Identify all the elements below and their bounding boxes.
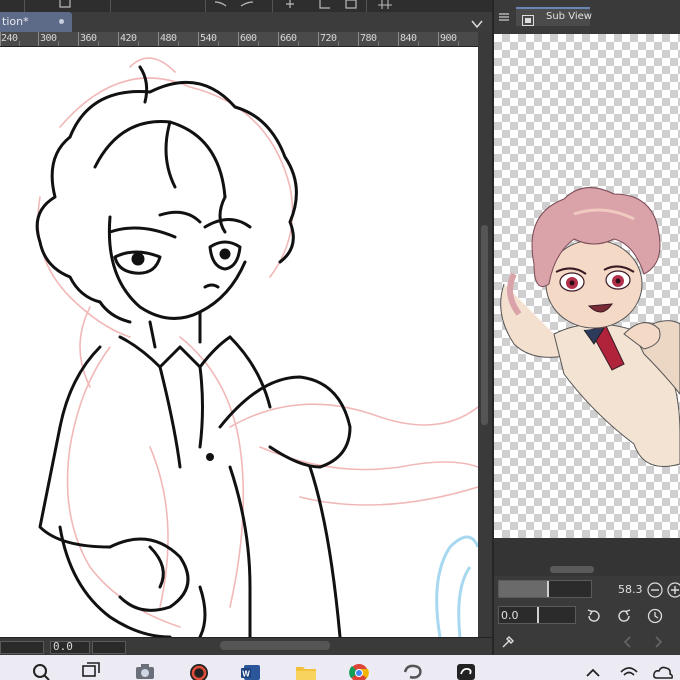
document-tab-label: tion* [2,15,29,28]
chevron-up-icon[interactable] [582,660,604,680]
sparkle-icon[interactable] [283,0,297,10]
file-explorer-icon[interactable] [295,660,317,680]
ruler-label: 420 [120,33,137,44]
camera-icon[interactable] [134,660,156,680]
ruler-label: 780 [360,33,377,44]
ruler-tick [238,32,239,46]
reset-rotation-icon[interactable] [647,608,663,624]
rotation-value: 0.0 [501,609,519,622]
sub-view-tab-label: Sub View [546,11,592,22]
ruler-label: 840 [400,33,417,44]
drawing-canvas[interactable] [0,47,478,637]
clip-studio-icon[interactable] [402,660,424,680]
angle-slider[interactable] [92,641,126,654]
rotate-right-icon[interactable] [616,608,632,624]
ruler-label: 660 [280,33,297,44]
ruler-tick [198,32,199,46]
ruler-label: 540 [200,33,217,44]
ruler-tick [38,32,39,46]
sub-view-scroll-thumb[interactable] [550,566,594,573]
ruler-label: 300 [40,33,57,44]
clip-studio-alt-icon[interactable] [455,660,477,680]
windows-taskbar [0,655,680,680]
ruler-tick [118,32,119,46]
undo-icon[interactable] [214,0,228,10]
ruler-tick [278,32,279,46]
toolbar-separator [205,0,206,12]
horizontal-scroll-thumb[interactable] [220,641,330,650]
eyedropper-icon[interactable] [500,634,516,650]
save-icon[interactable] [58,0,72,10]
previous-image-icon[interactable] [620,634,636,650]
chevron-down-icon[interactable] [470,15,484,29]
chrome-icon[interactable] [348,660,370,680]
horizontal-ruler: 240 300 360 420 480 540 600 660 720 780 … [0,32,478,47]
toolbar-separator [24,0,25,12]
toolbar-separator [110,0,111,12]
vertical-scroll-thumb[interactable] [481,225,488,425]
grid-icon[interactable] [378,0,392,10]
sub-view-icon [522,11,534,26]
word-icon[interactable]: W [240,660,262,680]
zoom-in-icon[interactable] [667,582,680,598]
cloud-icon[interactable] [652,660,674,680]
search-icon[interactable] [30,660,52,680]
ruler-label: 480 [160,33,177,44]
ruler-label: 900 [440,33,457,44]
ruler-tick [358,32,359,46]
ruler-tick [318,32,319,46]
ruler-tick [398,32,399,46]
app-circle-icon[interactable] [188,660,210,680]
ruler-tick [78,32,79,46]
task-view-icon[interactable] [80,660,102,680]
next-image-icon[interactable] [650,634,666,650]
ruler-icon[interactable] [318,0,332,10]
angle-value: 0.0 [53,640,73,653]
document-tab-bar [0,12,492,32]
toolbar-separator [272,0,273,12]
toolbar-separator [366,0,367,12]
rotate-left-icon[interactable] [586,608,602,624]
ruler-label: 240 [1,33,18,44]
zoom-out-icon[interactable] [647,582,663,598]
reference-illustration [500,187,680,467]
document-tab-close-dot[interactable] [59,19,64,24]
ruler-label: 600 [240,33,257,44]
blue-sketch-strokes [435,535,478,637]
zoom-field[interactable] [0,641,44,654]
ruler-tick [438,32,439,46]
svg-text:W: W [242,670,250,679]
ruler-tick [158,32,159,46]
transform-icon[interactable] [344,0,358,10]
sketch-layer [37,57,478,628]
sub-view-reference-image[interactable] [494,34,680,538]
ink-layer [35,65,352,637]
ruler-label: 360 [80,33,97,44]
zoom-slider[interactable] [498,580,592,598]
panel-menu-icon[interactable] [498,8,510,21]
wifi-icon[interactable] [618,660,640,680]
redo-icon[interactable] [240,0,254,10]
zoom-value: 58.3 [618,583,643,596]
ruler-label: 720 [320,33,337,44]
line-art-drawing [35,57,478,637]
